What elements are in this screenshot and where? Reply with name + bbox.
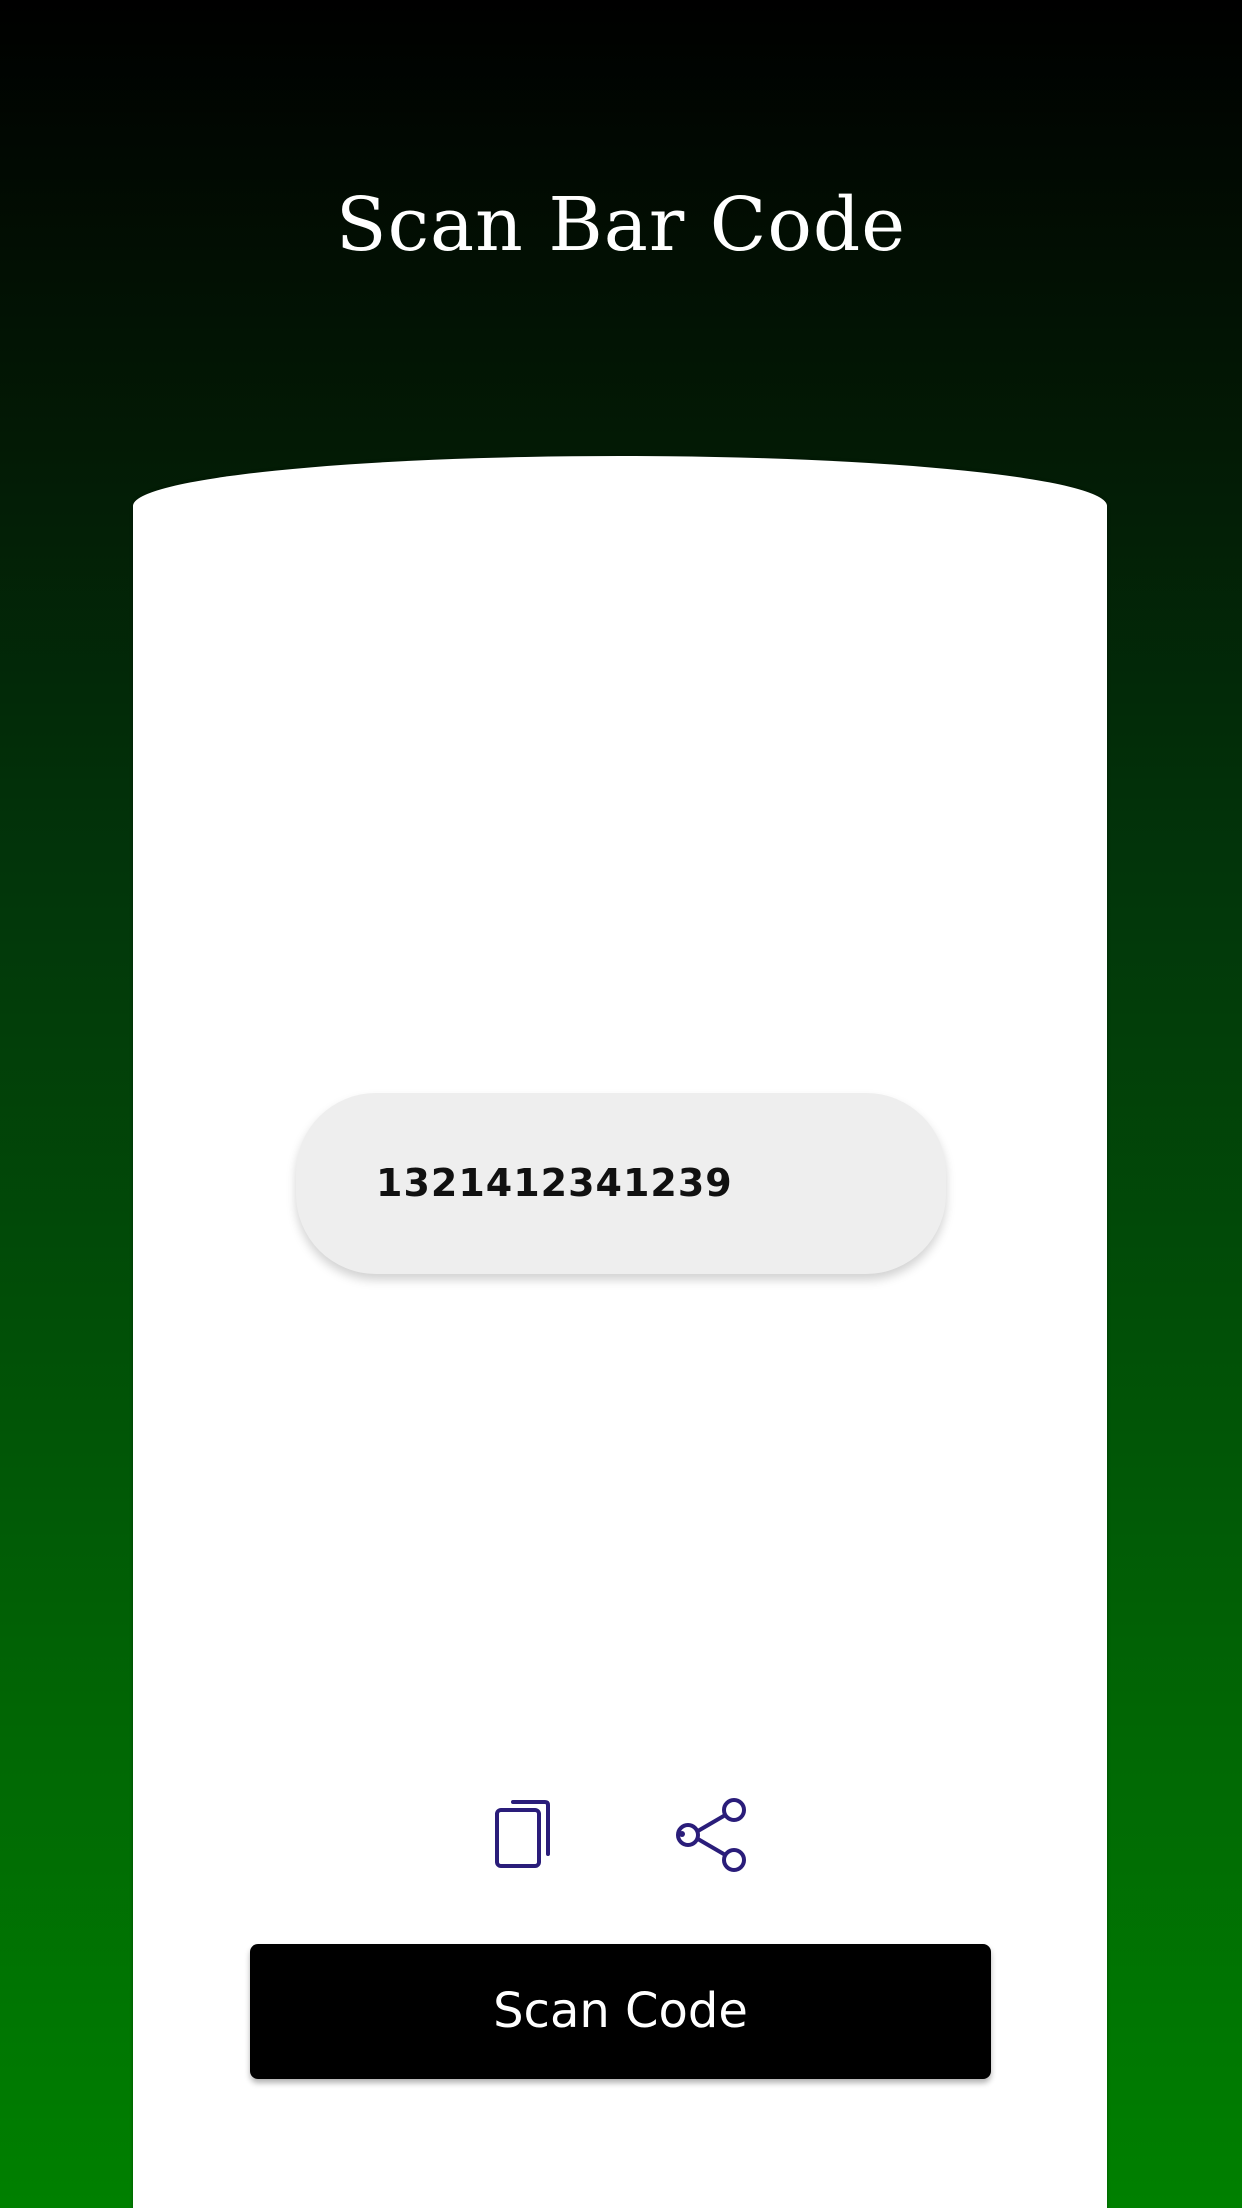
copy-button[interactable] [483, 1790, 573, 1880]
app-screen: Scan Bar Code 1321412341239 Scan Code [0, 0, 1242, 2208]
share-icon [676, 1798, 746, 1872]
scan-code-button[interactable]: Scan Code [250, 1944, 991, 2079]
page-title: Scan Bar Code [335, 182, 907, 268]
share-button[interactable] [668, 1790, 758, 1880]
copy-icon [495, 1800, 550, 1868]
scan-result-value: 1321412341239 [376, 1161, 733, 1205]
scan-result-field[interactable]: 1321412341239 [296, 1093, 946, 1274]
